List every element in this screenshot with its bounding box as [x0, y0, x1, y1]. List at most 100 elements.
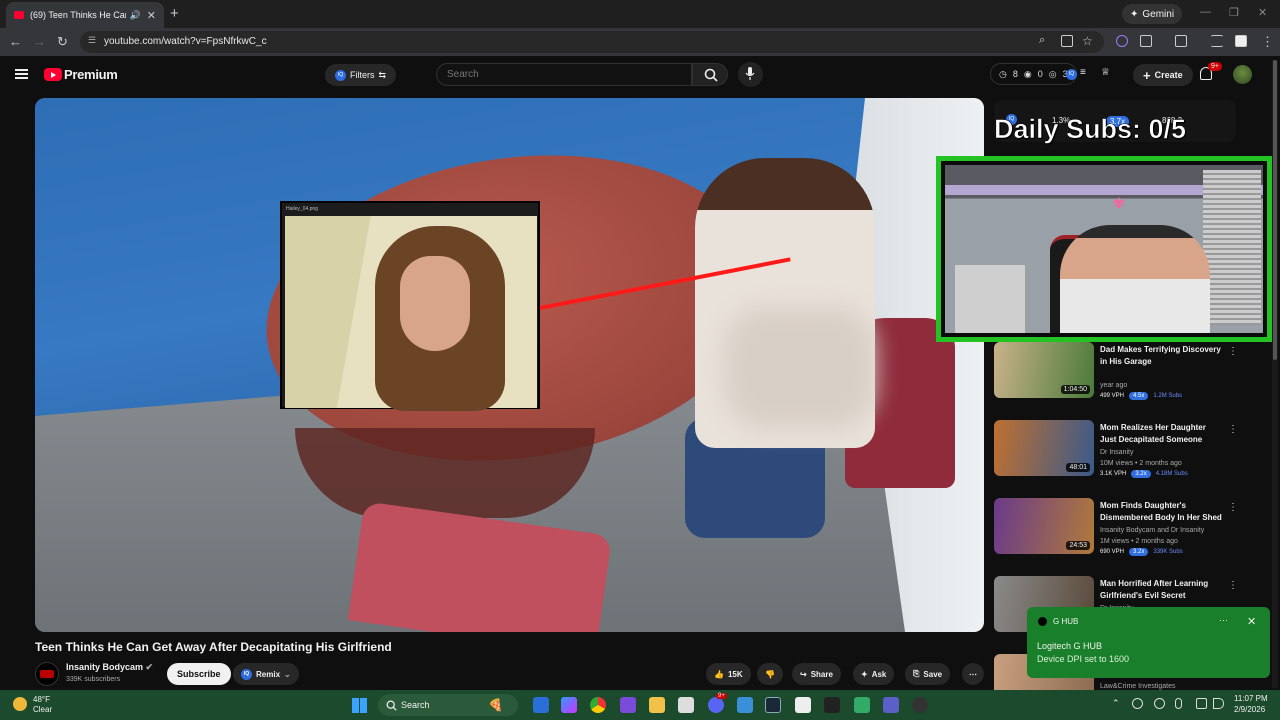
windows-start-icon[interactable]: [352, 698, 367, 713]
list-icon[interactable]: ≡: [1080, 67, 1086, 78]
microphone-icon: [745, 67, 755, 80]
toast-close-button[interactable]: ✕: [1247, 615, 1256, 628]
volume-icon[interactable]: [1213, 698, 1224, 709]
minimize-icon[interactable]: —: [1200, 6, 1211, 18]
tray-app-icon[interactable]: [1132, 698, 1143, 709]
app-icon-purple[interactable]: [620, 697, 636, 713]
task-view-icon[interactable]: [533, 697, 549, 713]
back-arrow-icon[interactable]: ←: [9, 34, 22, 49]
site-info-icon[interactable]: ☰: [88, 35, 96, 46]
moon-weather-icon[interactable]: [13, 697, 27, 711]
recommendation-title[interactable]: Man Horrified After Learning Girlfriend'…: [1100, 578, 1224, 602]
channel-avatar[interactable]: [35, 662, 59, 686]
clock-time[interactable]: 11:07 PM: [1234, 694, 1268, 703]
premium-logo-text[interactable]: Premium: [64, 67, 118, 82]
notification-count-badge: 9+: [1208, 62, 1222, 71]
youtube-logo-icon[interactable]: [44, 68, 62, 81]
recommendation-title[interactable]: Mom Realizes Her Daughter Just Decapitat…: [1100, 422, 1224, 446]
photos-icon[interactable]: [737, 697, 753, 713]
iq-extension-icon[interactable]: IQ: [1066, 69, 1077, 80]
trophy-icon[interactable]: ♕: [1101, 67, 1110, 78]
more-options-icon[interactable]: ⋮: [1228, 580, 1238, 591]
weather-temperature[interactable]: 48°F: [33, 695, 50, 704]
menu-dots-icon[interactable]: ⋮: [1261, 34, 1274, 50]
speaker-icon[interactable]: 🔊: [130, 10, 141, 21]
sliders-icon: ⇆: [378, 69, 387, 80]
new-tab-button[interactable]: +: [170, 5, 179, 22]
filters-button[interactable]: IQ Filters ⇆: [325, 64, 397, 86]
tab-search-icon[interactable]: [1211, 35, 1223, 47]
more-options-icon[interactable]: ⋮: [1228, 346, 1238, 357]
toast-more-button[interactable]: ···: [1219, 615, 1228, 625]
recommendation-item[interactable]: 1:04:50 Dad Makes Terrifying Discovery in…: [994, 342, 1238, 400]
ask-button[interactable]: ✦ Ask: [853, 663, 895, 685]
recommendation-title[interactable]: Dad Makes Terrifying Discovery in His Ga…: [1100, 344, 1224, 368]
notification-toast[interactable]: G HUB ··· ✕ Logitech G HUB Device DPI se…: [1027, 607, 1270, 678]
sync-icon[interactable]: [1154, 698, 1165, 709]
video-player[interactable]: Hailey_04.png: [35, 98, 984, 632]
hamburger-menu-icon[interactable]: [15, 69, 28, 79]
browser-tab[interactable]: (69) Teen Thinks He Can Get 🔊 ✕: [6, 2, 164, 28]
store-icon[interactable]: [795, 697, 811, 713]
search-button[interactable]: [692, 63, 728, 86]
search-input[interactable]: [436, 63, 692, 86]
video-thumbnail[interactable]: 1:04:50: [994, 342, 1094, 398]
vph-value: 499 VPH: [1100, 393, 1125, 399]
recommendation-channel[interactable]: Dr Insanity: [1100, 449, 1133, 456]
teams-icon[interactable]: [883, 697, 899, 713]
discord-icon[interactable]: [708, 697, 724, 713]
reload-icon[interactable]: ↻: [57, 34, 68, 50]
microphone-tray-icon[interactable]: [1175, 698, 1182, 709]
extension-icon[interactable]: [1116, 35, 1128, 47]
gemini-button[interactable]: ✦ Gemini: [1122, 4, 1183, 24]
app-icon-green[interactable]: [854, 697, 870, 713]
puzzle-icon[interactable]: [1140, 35, 1152, 47]
video-thumbnail[interactable]: 24:53: [994, 498, 1094, 554]
install-icon[interactable]: [1061, 35, 1073, 47]
more-options-icon[interactable]: ⋮: [1228, 424, 1238, 435]
zoom-icon[interactable]: ⌕: [1039, 34, 1045, 47]
save-button[interactable]: ⎘ Save: [905, 663, 951, 685]
more-dots-icon: ⋯: [969, 669, 977, 679]
forward-arrow-icon[interactable]: →: [33, 34, 46, 49]
notepad-icon[interactable]: [678, 697, 694, 713]
share-button[interactable]: ↪ Share: [792, 663, 841, 685]
subscribe-button[interactable]: Subscribe: [167, 663, 231, 685]
webcam-room: ✾: [945, 165, 1263, 333]
obs-icon[interactable]: [912, 697, 928, 713]
like-button[interactable]: 👍 15K: [706, 663, 751, 685]
weather-condition[interactable]: Clear: [33, 705, 52, 714]
copilot-icon[interactable]: [561, 697, 577, 713]
chrome-icon[interactable]: [590, 697, 606, 713]
taskbar-search-box[interactable]: Search 🍕: [378, 694, 518, 716]
recommendation-channel[interactable]: Insanity Bodycam and Dr Insanity: [1100, 527, 1204, 534]
more-actions-button[interactable]: ⋯: [962, 663, 984, 685]
steam-icon[interactable]: [765, 697, 781, 713]
recommendation-item[interactable]: 24:53 Mom Finds Daughter's Dismembered Bo…: [994, 498, 1238, 556]
more-options-icon[interactable]: ⋮: [1228, 502, 1238, 513]
window-close-icon[interactable]: ✕: [1258, 6, 1267, 19]
create-button[interactable]: + Create: [1133, 64, 1193, 86]
profile-icon[interactable]: [1235, 35, 1247, 47]
voice-search-button[interactable]: [738, 62, 763, 87]
chevron-up-icon[interactable]: ⌃: [1112, 698, 1120, 709]
page-scrollbar-thumb[interactable]: [1273, 60, 1277, 360]
extension-stats-pill[interactable]: ◷8 ◉0 ◎3: [990, 63, 1077, 85]
network-icon[interactable]: [1196, 698, 1207, 709]
dislike-button[interactable]: 👎: [757, 663, 783, 685]
recommendation-item[interactable]: 48:01 Mom Realizes Her Daughter Just Deca…: [994, 420, 1238, 478]
remix-button[interactable]: IQ Remix ⌄: [233, 663, 299, 685]
recommendation-channel[interactable]: Law&Crime Investigates: [1100, 683, 1175, 690]
account-avatar[interactable]: [1233, 65, 1252, 84]
split-view-icon[interactable]: [1175, 35, 1187, 47]
clock-date[interactable]: 2/9/2026: [1234, 705, 1265, 714]
bookmark-star-icon[interactable]: ☆: [1082, 34, 1093, 48]
file-explorer-icon[interactable]: [649, 697, 665, 713]
channel-name[interactable]: Insanity Bodycam ✔: [66, 662, 153, 673]
restore-icon[interactable]: ❐: [1229, 6, 1239, 19]
recommendation-title[interactable]: Mom Finds Daughter's Dismembered Body In…: [1100, 500, 1224, 524]
video-thumbnail[interactable]: 48:01: [994, 420, 1094, 476]
tab-close-icon[interactable]: ✕: [147, 9, 156, 22]
app-icon-dark[interactable]: [824, 697, 840, 713]
address-bar[interactable]: ☰ youtube.com/watch?v=FpsNfrkwC_c: [80, 31, 1104, 53]
